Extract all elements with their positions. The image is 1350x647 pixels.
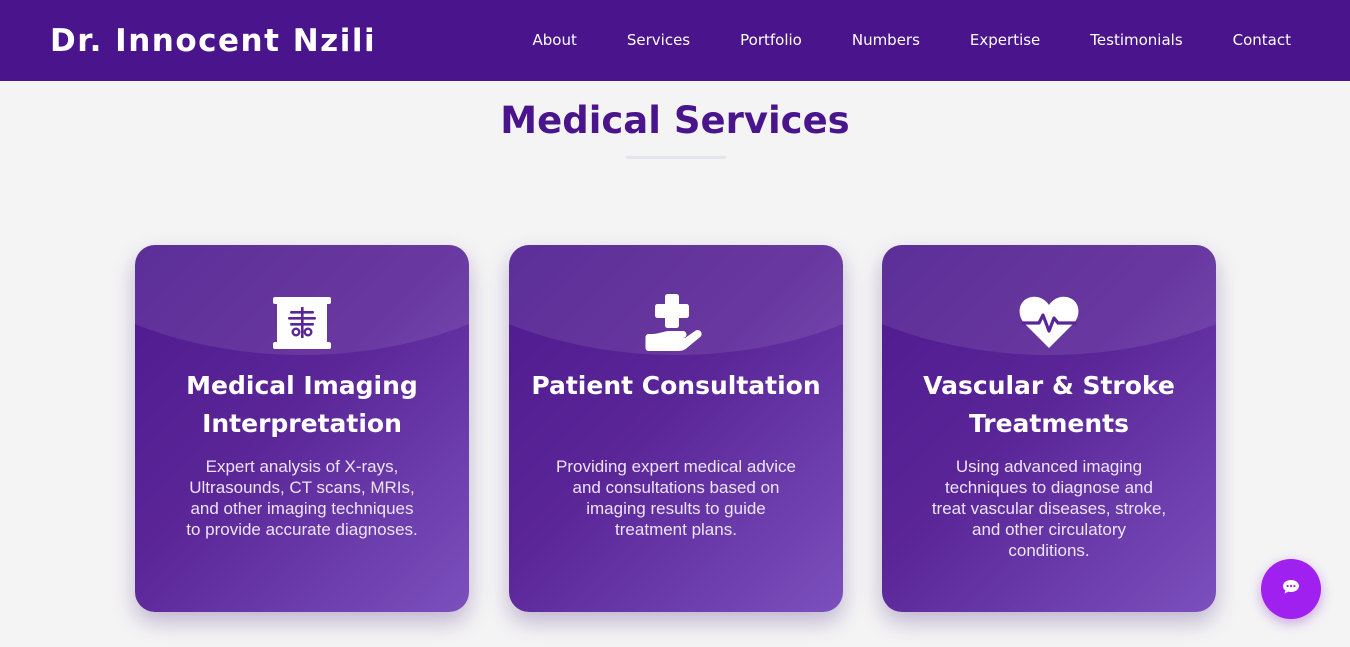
service-card-consultation: Patient Consultation Providing expert me… — [509, 245, 843, 612]
card-description: Providing expert medical advice and cons… — [556, 457, 797, 539]
nav-link-expertise[interactable]: Expertise — [970, 29, 1040, 51]
card-description: Using advanced imaging techniques to dia… — [931, 457, 1167, 560]
nav-link-numbers[interactable]: Numbers — [852, 29, 920, 51]
chat-button[interactable] — [1261, 559, 1321, 619]
service-card-vascular: Vascular & Stroke Treatments Using advan… — [882, 245, 1216, 612]
heart-pulse-icon — [882, 295, 1216, 351]
site-header: Dr. Innocent Nzili About Services Portfo… — [0, 0, 1350, 81]
nav-link-contact[interactable]: Contact — [1233, 29, 1291, 51]
card-title: Patient Consultation — [531, 371, 821, 400]
nav-link-about[interactable]: About — [533, 29, 577, 51]
nav-link-services[interactable]: Services — [627, 29, 690, 51]
chat-bubble-icon — [1282, 579, 1300, 599]
section-title: Medical Services — [500, 99, 850, 142]
main-nav: About Services Portfolio Numbers Experti… — [483, 29, 1292, 51]
x-ray-icon — [135, 295, 469, 351]
card-title: Medical Imaging Interpretation — [186, 371, 418, 438]
brand-name[interactable]: Dr. Innocent Nzili — [50, 22, 376, 60]
nav-link-portfolio[interactable]: Portfolio — [740, 29, 802, 51]
card-description: Expert analysis of X-rays, Ultrasounds, … — [186, 457, 418, 539]
nav-link-testimonials[interactable]: Testimonials — [1090, 29, 1182, 51]
title-underline — [626, 156, 726, 159]
hand-holding-medical-icon — [509, 294, 843, 351]
card-title: Vascular & Stroke Treatments — [923, 371, 1175, 438]
service-card-imaging: Medical Imaging Interpretation Expert an… — [135, 245, 469, 612]
